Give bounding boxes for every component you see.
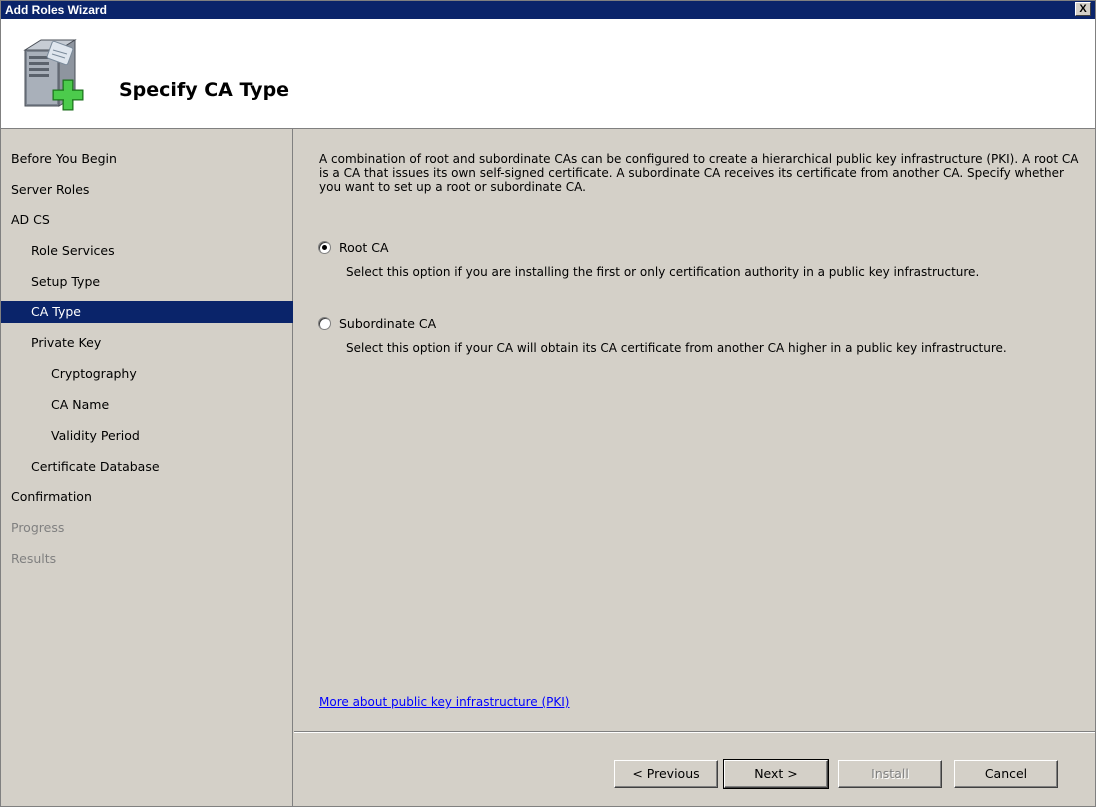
main-content: A combination of root and subordinate CA… xyxy=(294,129,1095,731)
sidebar-item-results: Results xyxy=(11,551,57,566)
sidebar-item-certificate-database[interactable]: Certificate Database xyxy=(1,456,293,478)
pki-help-link[interactable]: More about public key infrastructure (PK… xyxy=(319,695,569,709)
page-title: Specify CA Type xyxy=(119,79,290,101)
root-ca-description: Select this option if you are installing… xyxy=(346,265,980,279)
sidebar-item-confirmation[interactable]: Confirmation xyxy=(1,486,293,508)
sidebar-item-validity-period[interactable]: Validity Period xyxy=(1,425,293,447)
title-bar[interactable]: Add Roles Wizard X xyxy=(1,1,1095,19)
close-button[interactable]: X xyxy=(1075,2,1091,16)
cancel-button[interactable]: Cancel xyxy=(954,760,1058,788)
previous-button[interactable]: < Previous xyxy=(614,760,718,788)
sidebar-item-role-services[interactable]: Role Services xyxy=(1,240,293,262)
sidebar-item-cryptography[interactable]: Cryptography xyxy=(1,363,293,385)
sidebar-item-ca-type[interactable]: CA Type xyxy=(1,301,293,323)
root-ca-radio[interactable] xyxy=(318,241,331,254)
sidebar-item-setup-type[interactable]: Setup Type xyxy=(1,271,293,293)
wizard-header: Specify CA Type xyxy=(1,19,1095,129)
subordinate-ca-label[interactable]: Subordinate CA xyxy=(339,316,436,331)
sidebar-item-ad-cs[interactable]: AD CS xyxy=(1,209,293,231)
ca-type-description: A combination of root and subordinate CA… xyxy=(319,152,1079,194)
sidebar-item-before-you-begin[interactable]: Before You Begin xyxy=(1,148,293,170)
sidebar-item-private-key[interactable]: Private Key xyxy=(1,332,293,354)
footer-divider xyxy=(294,731,1095,733)
sidebar-item-server-roles[interactable]: Server Roles xyxy=(1,179,293,201)
wizard-window: Add Roles Wizard X Specify CA Type Befor… xyxy=(0,0,1096,807)
wizard-steps-sidebar: Before You Begin Server Roles AD CS Role… xyxy=(1,129,293,806)
sidebar-item-progress: Progress xyxy=(11,520,65,535)
subordinate-ca-description: Select this option if your CA will obtai… xyxy=(346,341,1007,355)
server-add-role-icon xyxy=(23,39,84,111)
next-button[interactable]: Next > xyxy=(723,759,829,789)
root-ca-option[interactable]: Root CA xyxy=(318,240,389,255)
subordinate-ca-radio[interactable] xyxy=(318,317,331,330)
root-ca-label[interactable]: Root CA xyxy=(339,240,389,255)
radio-selected-dot xyxy=(322,245,327,250)
window-title: Add Roles Wizard xyxy=(5,3,107,17)
sidebar-item-ca-name[interactable]: CA Name xyxy=(1,394,293,416)
subordinate-ca-option[interactable]: Subordinate CA xyxy=(318,316,436,331)
install-button: Install xyxy=(838,760,942,788)
